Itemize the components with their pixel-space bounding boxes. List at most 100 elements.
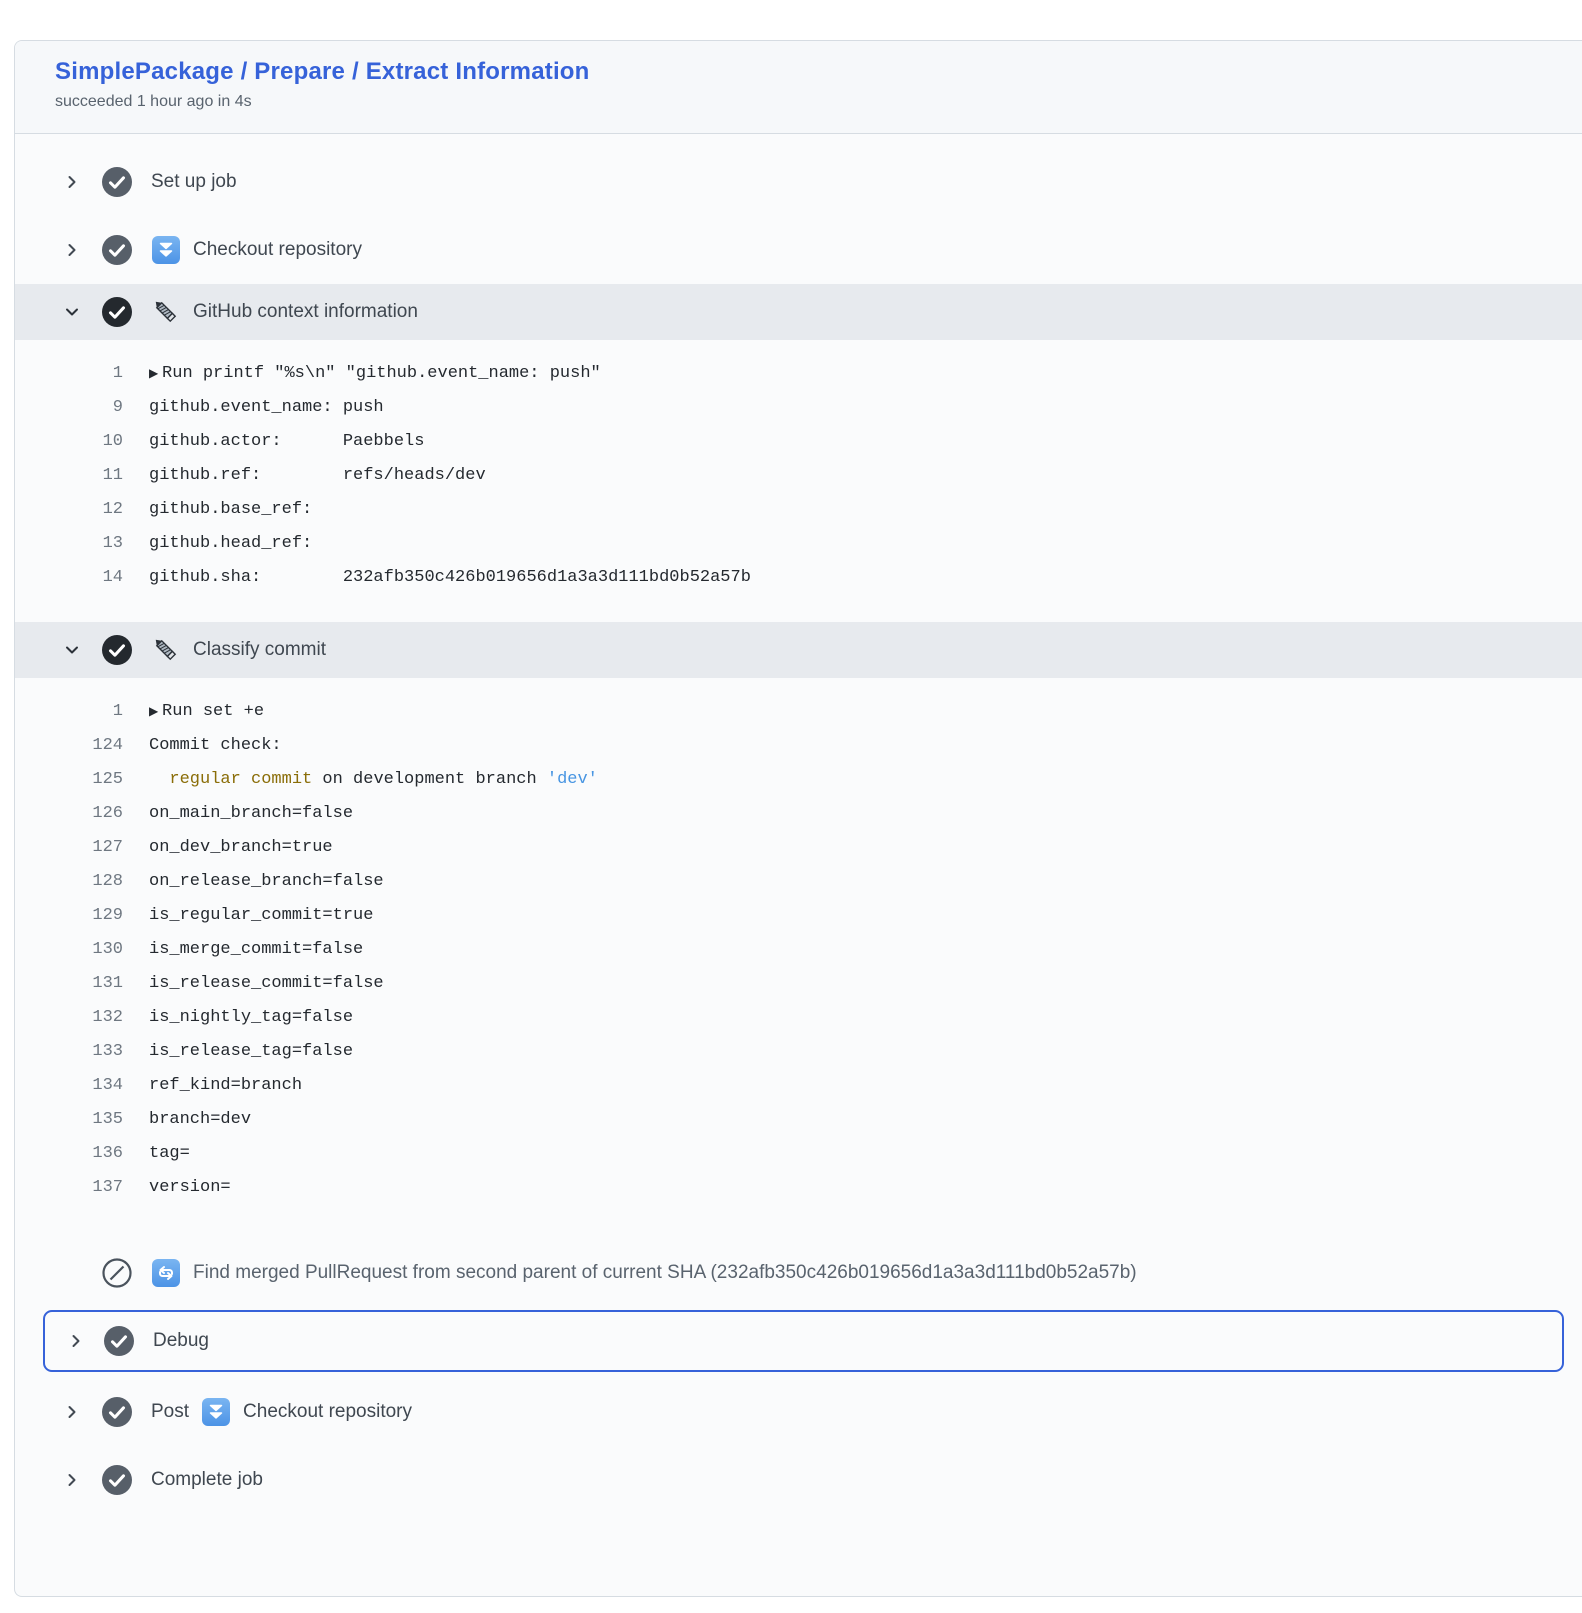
step-label: Debug bbox=[153, 1330, 209, 1352]
log-line-text: version= bbox=[149, 1178, 231, 1197]
log-line: 130 is_merge_commit=false bbox=[15, 932, 1582, 966]
log-line-number[interactable]: 1 bbox=[15, 364, 123, 383]
job-status-text: succeeded 1 hour ago in 4s bbox=[55, 93, 1542, 111]
job-header: SimplePackage / Prepare / Extract Inform… bbox=[15, 41, 1582, 134]
log-line-number[interactable]: 136 bbox=[15, 1144, 123, 1163]
chevron-right-icon[interactable] bbox=[63, 1404, 81, 1420]
log-line-text: github.sha: 232afb350c426b019656d1a3a3d1… bbox=[149, 568, 751, 587]
check-circle-icon bbox=[101, 166, 133, 198]
log-line-number[interactable]: 10 bbox=[15, 432, 123, 451]
log-line-number[interactable]: 129 bbox=[15, 906, 123, 925]
log-line-number[interactable]: 124 bbox=[15, 736, 123, 755]
checkout-icon bbox=[151, 235, 181, 265]
log-line-text: github.ref: refs/heads/dev bbox=[149, 466, 486, 485]
check-circle-icon bbox=[101, 1464, 133, 1496]
check-circle-icon bbox=[101, 634, 133, 666]
step-find-merged-pullrequest: Find merged PullRequest from second pare… bbox=[15, 1242, 1582, 1304]
log-line-text: github.head_ref: bbox=[149, 534, 312, 553]
log-line-text: ref_kind=branch bbox=[149, 1076, 302, 1095]
check-circle-icon bbox=[101, 234, 133, 266]
log-line-number[interactable]: 1 bbox=[15, 702, 123, 721]
log-line-text: is_nightly_tag=false bbox=[149, 1008, 353, 1027]
log-line-number[interactable]: 12 bbox=[15, 500, 123, 519]
log-line: 13 github.head_ref: bbox=[15, 526, 1582, 560]
step-label: Find merged PullRequest from second pare… bbox=[193, 1262, 1137, 1284]
log-line: 125 regular commit on development branch… bbox=[15, 762, 1582, 796]
step-github-context-information[interactable]: GitHub context information bbox=[15, 284, 1582, 340]
check-circle-icon bbox=[103, 1325, 135, 1357]
log-line-text: Commit check: bbox=[149, 736, 282, 755]
log-line: 136 tag= bbox=[15, 1136, 1582, 1170]
log-line-text: tag= bbox=[149, 1144, 190, 1163]
log-line-text: is_regular_commit=true bbox=[149, 906, 373, 925]
log-line-text: branch=dev bbox=[149, 1110, 251, 1129]
log-line: 124 Commit check: bbox=[15, 728, 1582, 762]
step-debug[interactable]: Debug bbox=[43, 1310, 1564, 1372]
log-line-text: on_release_branch=false bbox=[149, 872, 384, 891]
chevron-down-icon[interactable] bbox=[63, 642, 81, 658]
chevron-right-icon[interactable] bbox=[63, 174, 81, 190]
log-line: 14 github.sha: 232afb350c426b019656d1a3a3… bbox=[15, 560, 1582, 594]
log-line-number[interactable]: 135 bbox=[15, 1110, 123, 1129]
log-line: 11 github.ref: refs/heads/dev bbox=[15, 458, 1582, 492]
log-line-number[interactable]: 126 bbox=[15, 804, 123, 823]
log-line-number[interactable]: 9 bbox=[15, 398, 123, 417]
check-circle-icon bbox=[101, 296, 133, 328]
log-line: 137 version= bbox=[15, 1170, 1582, 1204]
chevron-down-icon[interactable] bbox=[63, 304, 81, 320]
pencil-icon bbox=[151, 297, 181, 327]
step-label: Complete job bbox=[151, 1469, 263, 1491]
log-line: 128 on_release_branch=false bbox=[15, 864, 1582, 898]
step-post-checkout-repository[interactable]: Post Checkout repository bbox=[15, 1378, 1582, 1446]
step-classify-commit[interactable]: Classify commit bbox=[15, 622, 1582, 678]
log-line-number[interactable]: 14 bbox=[15, 568, 123, 587]
log-line-number[interactable]: 131 bbox=[15, 974, 123, 993]
log-line: 135 branch=dev bbox=[15, 1102, 1582, 1136]
job-title[interactable]: SimplePackage / Prepare / Extract Inform… bbox=[55, 58, 1542, 86]
log-line-text: regular commit on development branch 'de… bbox=[149, 770, 598, 789]
log-line-number[interactable]: 128 bbox=[15, 872, 123, 891]
log-line-number[interactable]: 125 bbox=[15, 770, 123, 789]
repeat-icon bbox=[151, 1258, 181, 1288]
log-line: 133 is_release_tag=false bbox=[15, 1034, 1582, 1068]
log-line-text: on_dev_branch=true bbox=[149, 838, 333, 857]
log-line: 127 on_dev_branch=true bbox=[15, 830, 1582, 864]
log-line-number[interactable]: 11 bbox=[15, 466, 123, 485]
chevron-right-icon[interactable] bbox=[63, 242, 81, 258]
log-line-text: is_release_tag=false bbox=[149, 1042, 353, 1061]
step-label: Set up job bbox=[151, 171, 237, 193]
log-line: 134 ref_kind=branch bbox=[15, 1068, 1582, 1102]
checkout-icon bbox=[201, 1397, 231, 1427]
log-line-text: ▶ Run printf "%s\n" "github.event_name: … bbox=[149, 364, 601, 383]
log-line-text: is_merge_commit=false bbox=[149, 940, 363, 959]
log-line-number[interactable]: 132 bbox=[15, 1008, 123, 1027]
log-line-number[interactable]: 134 bbox=[15, 1076, 123, 1095]
log-line: 132 is_nightly_tag=false bbox=[15, 1000, 1582, 1034]
log-line-number[interactable]: 13 bbox=[15, 534, 123, 553]
step-label-prefix: Post bbox=[151, 1401, 189, 1423]
step-label: Classify commit bbox=[193, 639, 326, 661]
log-line-text: is_release_commit=false bbox=[149, 974, 384, 993]
log-line-number[interactable]: 130 bbox=[15, 940, 123, 959]
log-line-number[interactable]: 137 bbox=[15, 1178, 123, 1197]
chevron-right-icon[interactable] bbox=[67, 1333, 85, 1349]
step-label: Checkout repository bbox=[193, 239, 362, 261]
log-line-number[interactable]: 127 bbox=[15, 838, 123, 857]
check-circle-icon bbox=[101, 1396, 133, 1428]
log-line-text: github.base_ref: bbox=[149, 500, 312, 519]
log-line-text: ▶ Run set +e bbox=[149, 702, 264, 721]
log-line: 131 is_release_commit=false bbox=[15, 966, 1582, 1000]
job-log-card: SimplePackage / Prepare / Extract Inform… bbox=[14, 40, 1582, 1597]
chevron-right-icon[interactable] bbox=[63, 1472, 81, 1488]
log-line-number[interactable]: 133 bbox=[15, 1042, 123, 1061]
pencil-icon bbox=[151, 635, 181, 665]
log-classify-commit: 1 ▶ Run set +e 124 Commit check: 125 regular… bbox=[15, 678, 1582, 1232]
log-github-context: 1 ▶ Run printf "%s\n" "github.event_name:… bbox=[15, 340, 1582, 622]
log-line-text: github.event_name: push bbox=[149, 398, 384, 417]
step-checkout-repository[interactable]: Checkout repository bbox=[15, 216, 1582, 284]
log-line: 1 ▶ Run printf "%s\n" "github.event_name:… bbox=[15, 356, 1582, 390]
step-label: GitHub context information bbox=[193, 301, 418, 323]
step-set-up-job[interactable]: Set up job bbox=[15, 148, 1582, 216]
log-line: 12 github.base_ref: bbox=[15, 492, 1582, 526]
step-complete-job[interactable]: Complete job bbox=[15, 1446, 1582, 1514]
